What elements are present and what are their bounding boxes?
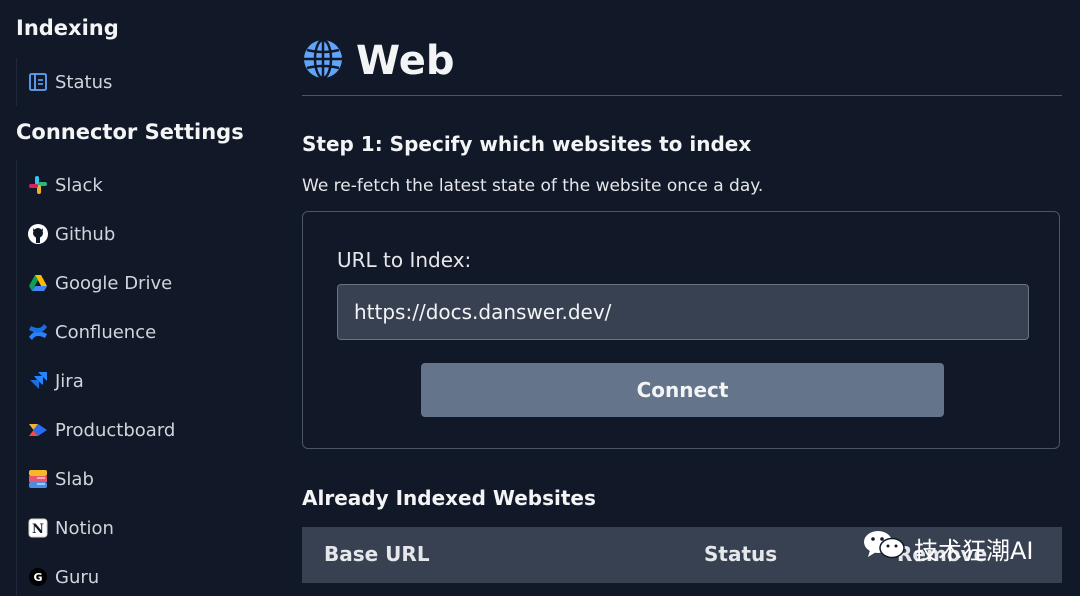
sidebar-item-label: Slack	[55, 174, 103, 196]
sidebar-item-label: Confluence	[55, 321, 157, 343]
sidebar-item-notion[interactable]: N Notion	[27, 513, 114, 543]
status-icon	[27, 71, 49, 93]
sidebar-item-confluence[interactable]: Confluence	[27, 317, 156, 347]
column-header-status: Status	[704, 542, 778, 566]
app-root: Indexing Status Connector Settings Slack	[0, 0, 1080, 596]
connector-settings-title: Connector Settings	[16, 120, 244, 144]
sidebar-item-label: Notion	[55, 517, 114, 539]
connector-nav-group: Slack Github Google Drive Confluence Jir…	[16, 160, 175, 596]
sidebar-item-github[interactable]: Github	[27, 219, 115, 249]
notion-icon: N	[27, 517, 49, 539]
sidebar-item-jira[interactable]: Jira	[27, 366, 84, 396]
indexing-nav-group: Status	[16, 58, 112, 106]
step-description: We re-fetch the latest state of the webs…	[302, 176, 764, 196]
sidebar-item-label: Jira	[55, 370, 84, 392]
slack-icon	[27, 174, 49, 196]
sidebar: Indexing Status Connector Settings Slack	[0, 0, 260, 596]
productboard-icon	[27, 419, 49, 441]
guru-icon: G	[27, 566, 49, 588]
globe-icon	[302, 38, 344, 84]
confluence-icon	[27, 321, 49, 343]
column-header-base-url: Base URL	[324, 542, 430, 566]
jira-icon	[27, 370, 49, 392]
watermark-text: 技术狂潮AI	[914, 536, 1034, 565]
indexing-section-title: Indexing	[16, 16, 119, 40]
connect-button[interactable]: Connect	[421, 363, 944, 417]
sidebar-item-slack[interactable]: Slack	[27, 170, 103, 200]
sidebar-item-label: Github	[55, 223, 116, 245]
sidebar-item-productboard[interactable]: Productboard	[27, 415, 175, 445]
google-drive-icon	[27, 272, 49, 294]
slab-icon	[27, 468, 49, 490]
watermark: 技术狂潮AI	[862, 528, 1034, 568]
url-input[interactable]	[337, 284, 1029, 340]
url-field-label: URL to Index:	[337, 248, 472, 272]
svg-text:G: G	[33, 571, 42, 584]
sidebar-item-label: Productboard	[55, 419, 176, 441]
sidebar-item-slab[interactable]: Slab	[27, 464, 94, 494]
github-icon	[27, 223, 49, 245]
sidebar-item-label: Guru	[55, 566, 100, 588]
main-content: Web Step 1: Specify which websites to in…	[302, 0, 1062, 596]
sidebar-item-label: Google Drive	[55, 272, 173, 294]
indexed-websites-title: Already Indexed Websites	[302, 486, 596, 510]
page-header: Web	[302, 36, 454, 86]
title-divider	[302, 95, 1062, 96]
sidebar-item-status[interactable]: Status	[27, 67, 112, 97]
sidebar-item-label: Slab	[55, 468, 94, 490]
svg-text:N: N	[32, 522, 44, 537]
step-title: Step 1: Specify which websites to index	[302, 132, 752, 156]
wechat-icon	[862, 528, 906, 568]
sidebar-item-google-drive[interactable]: Google Drive	[27, 268, 172, 298]
sidebar-item-guru[interactable]: G Guru	[27, 562, 99, 592]
sidebar-item-label: Status	[55, 71, 113, 93]
url-form-card: URL to Index: Connect	[302, 211, 1060, 449]
page-title: Web	[356, 38, 455, 84]
